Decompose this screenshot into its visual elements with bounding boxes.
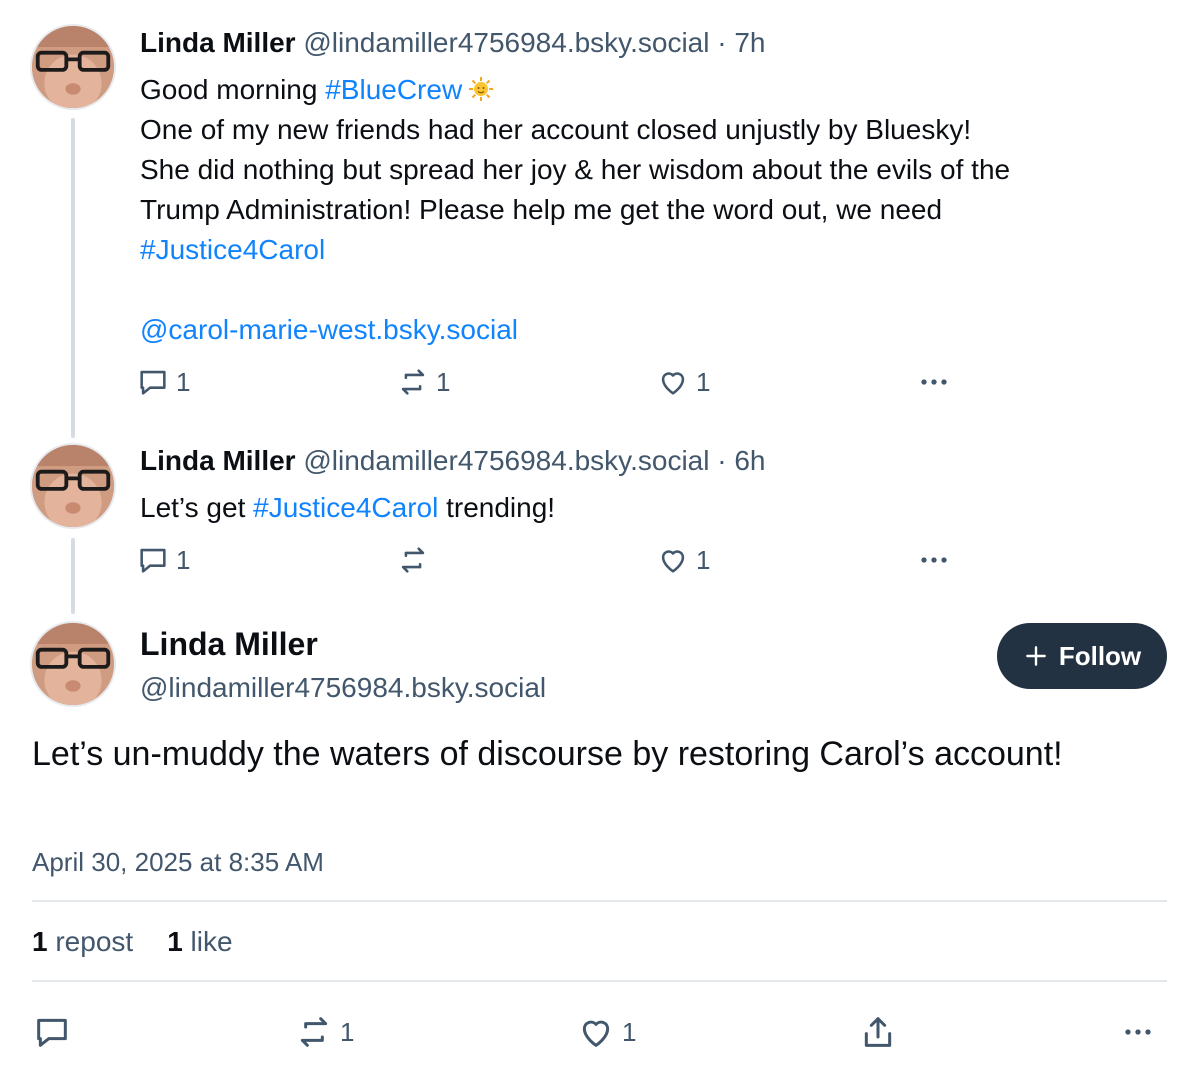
mention-link[interactable]: @carol-marie-west.bsky.social xyxy=(140,314,518,345)
reply-button[interactable]: 1 xyxy=(136,362,190,402)
post-text-line: She did nothing but spread her joy & her… xyxy=(140,154,1011,185)
post-header: Linda Miller @lindamiller4756984.bsky.so… xyxy=(140,444,1170,478)
more-icon xyxy=(921,379,947,385)
repost-count: 1 xyxy=(340,1016,355,1047)
post-text-line: Good morning xyxy=(140,74,326,105)
reply-count: 1 xyxy=(176,544,191,575)
post-text: Good morning #BlueCrew One of my new fri… xyxy=(140,70,1170,350)
reply-count: 1 xyxy=(176,366,191,397)
divider xyxy=(32,980,1167,982)
post-actions: 1 1 1 xyxy=(136,362,976,402)
author-handle[interactable]: @lindamiller4756984.bsky.social xyxy=(140,668,546,708)
post-timestamp[interactable]: April 30, 2025 at 8:35 AM xyxy=(32,844,324,880)
like-stat-label: like xyxy=(190,926,233,957)
author-name[interactable]: Linda Miller xyxy=(140,27,296,58)
more-icon xyxy=(1125,1029,1151,1035)
follow-label: Follow xyxy=(1058,640,1142,671)
thread-post[interactable]: Linda Miller @lindamiller4756984.bsky.so… xyxy=(140,26,1170,350)
share-icon xyxy=(864,1017,892,1047)
post-text-line: One of my new friends had her account cl… xyxy=(140,114,972,145)
repost-stat-count: 1 xyxy=(32,926,48,957)
more-options-button[interactable] xyxy=(914,362,954,402)
post-text-line: Trump Administration! Please help me get… xyxy=(140,194,943,225)
engagement-stats: 1 repost 1 like xyxy=(32,922,233,962)
post-time[interactable]: 6h xyxy=(734,445,765,476)
post-time[interactable]: 7h xyxy=(734,27,765,58)
repost-stat-label: repost xyxy=(55,926,134,957)
main-post-author: Linda Miller @lindamiller4756984.bsky.so… xyxy=(140,622,546,708)
repost-icon xyxy=(401,547,425,573)
follow-button[interactable]: Follow xyxy=(997,623,1167,689)
repost-icon xyxy=(401,369,425,395)
like-stat[interactable]: 1 like xyxy=(167,922,232,962)
repost-icon xyxy=(300,1017,328,1047)
thread-line xyxy=(71,538,75,614)
sun-emoji xyxy=(469,77,494,101)
author-name[interactable]: Linda Miller xyxy=(140,622,546,666)
post-header: Linda Miller @lindamiller4756984.bsky.so… xyxy=(140,26,1170,60)
main-post-actions: 1 1 xyxy=(30,1008,1170,1056)
repost-stat[interactable]: 1 repost xyxy=(32,922,133,962)
avatar-face-image xyxy=(32,445,114,527)
avatar-face-image xyxy=(32,623,114,705)
avatar[interactable] xyxy=(30,443,116,529)
post-text-segment: trending! xyxy=(438,492,556,523)
repost-button[interactable] xyxy=(396,540,436,580)
more-options-button[interactable] xyxy=(1118,1008,1158,1056)
thread-line xyxy=(71,118,75,438)
like-button[interactable]: 1 xyxy=(656,540,710,580)
thread-post[interactable]: Linda Miller @lindamiller4756984.bsky.so… xyxy=(140,444,1170,528)
more-icon xyxy=(921,557,947,563)
author-name[interactable]: Linda Miller xyxy=(140,445,296,476)
divider xyxy=(32,900,1167,902)
hashtag-link[interactable]: #Justice4Carol xyxy=(253,492,438,523)
reply-button[interactable] xyxy=(32,1008,72,1056)
repost-button[interactable]: 1 xyxy=(396,362,450,402)
repost-count: 1 xyxy=(436,366,451,397)
avatar[interactable] xyxy=(30,621,116,707)
share-button[interactable] xyxy=(858,1008,898,1056)
reply-icon xyxy=(37,1018,67,1047)
post-text-segment: Let’s get xyxy=(140,492,254,523)
like-count: 1 xyxy=(622,1016,637,1047)
main-post-text: Let’s un-muddy the waters of discourse b… xyxy=(32,735,1063,773)
avatar[interactable] xyxy=(30,24,116,110)
avatar-face-image xyxy=(32,26,114,108)
separator: · xyxy=(717,27,727,58)
plus-icon xyxy=(1025,646,1046,666)
post-text: Let’s get #Justice4Carol trending! xyxy=(140,488,1170,528)
post-actions: 1 1 xyxy=(136,540,976,580)
hashtag-link[interactable]: #Justice4Carol xyxy=(140,234,325,265)
hashtag-link[interactable]: #BlueCrew xyxy=(325,74,462,105)
like-button[interactable]: 1 xyxy=(656,362,710,402)
like-stat-count: 1 xyxy=(167,926,183,957)
author-handle[interactable]: @lindamiller4756984.bsky.social xyxy=(303,445,709,476)
reply-icon xyxy=(140,370,166,395)
repost-button[interactable]: 1 xyxy=(294,1008,354,1056)
like-icon xyxy=(661,550,685,573)
like-button[interactable]: 1 xyxy=(576,1008,636,1056)
reply-icon xyxy=(140,548,166,573)
reply-button[interactable]: 1 xyxy=(136,540,190,580)
like-count: 1 xyxy=(696,366,711,397)
separator: · xyxy=(717,445,727,476)
like-count: 1 xyxy=(696,544,711,575)
like-icon xyxy=(582,1020,610,1047)
like-icon xyxy=(661,372,685,395)
more-options-button[interactable] xyxy=(914,540,954,580)
author-handle[interactable]: @lindamiller4756984.bsky.social xyxy=(303,27,709,58)
